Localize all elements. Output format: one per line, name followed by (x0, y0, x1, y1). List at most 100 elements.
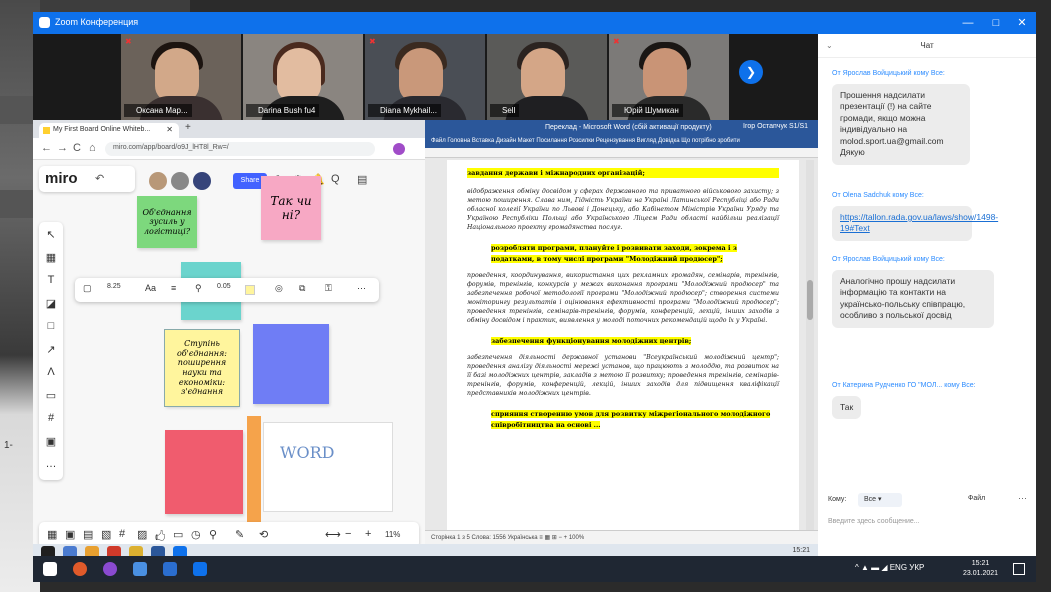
url-field[interactable]: miro.com/app/board/o9J_lHT8l_Rw=/ (105, 142, 375, 156)
sticky-note[interactable] (253, 324, 329, 404)
word-account[interactable]: Ігор Остапчук S1/S1 (743, 123, 808, 130)
color-swatch[interactable] (245, 285, 255, 295)
vertical-scrollbar[interactable] (806, 160, 814, 530)
chat-icon[interactable]: ▤ (83, 528, 93, 541)
minimize-button[interactable]: — (957, 15, 979, 31)
search-icon[interactable]: Q (331, 173, 340, 185)
viber-icon[interactable] (103, 562, 117, 576)
text-tool-icon[interactable]: T (44, 274, 58, 286)
miro-board[interactable]: miro ↶ Share ✎ ⚙ 🔔 Q ▤ (33, 160, 425, 556)
reload-icon[interactable]: C (73, 142, 81, 154)
grid-icon[interactable]: # (119, 528, 125, 540)
doc-paragraph: проведення, координування, використання … (467, 272, 779, 325)
doc-bullet: забезпечення функціонування молодіжних ц… (491, 336, 779, 346)
system-tray[interactable]: ^ ▲ ▬ ◢ ENG УКР (855, 563, 924, 572)
new-tab-button[interactable]: + (185, 122, 191, 133)
video-tile[interactable]: ✖ Оксана Мар... (121, 34, 241, 120)
undo-icon[interactable]: ↶ (95, 172, 104, 185)
address-bar: ← → C ⌂ miro.com/app/board/o9J_lHT8l_Rw=… (33, 138, 425, 160)
upload-icon[interactable]: ▣ (44, 435, 58, 448)
border-size-value[interactable]: 0.05 (217, 283, 231, 290)
maximize-button[interactable]: □ (985, 15, 1007, 31)
scroll-thumb[interactable] (807, 280, 813, 320)
board-menu-icon[interactable]: ▤ (357, 173, 367, 186)
sticky-note-icon[interactable]: ◪ (44, 297, 58, 310)
fit-icon[interactable]: ⟷ (325, 528, 341, 541)
close-button[interactable]: ✕ (1011, 15, 1033, 31)
more-tools-icon[interactable]: … (44, 458, 58, 470)
edit-icon[interactable]: ✎ (235, 528, 244, 541)
participant-name: Юрій Шумикан (612, 104, 683, 117)
close-tab-icon[interactable]: ✕ (166, 125, 173, 134)
zoom-out-button[interactable]: − (345, 528, 351, 540)
window-title: Zoom Конференция (55, 17, 139, 27)
font-style-label[interactable]: Aa (145, 283, 156, 293)
templates-icon[interactable]: ▦ (44, 251, 58, 264)
sticky-note[interactable] (165, 430, 243, 514)
reset-icon[interactable]: ⟲ (259, 528, 268, 541)
chat-title: Чат (920, 41, 934, 50)
mail-icon[interactable] (133, 562, 147, 576)
message-link[interactable]: https://tallon.rada.gov.ua/laws/show/149… (840, 212, 998, 233)
doc-heading: забезпечення функціонування молодіжних ц… (491, 337, 692, 345)
location-icon[interactable]: ⚲ (209, 528, 217, 541)
home-icon[interactable]: ⌂ (89, 142, 96, 154)
zoom-in-button[interactable]: + (365, 528, 371, 540)
sticky-note[interactable]: Ступінь об'єднання: поширення науки та е… (164, 329, 240, 407)
comment-tool-icon[interactable]: ▭ (44, 389, 58, 402)
doc-bullet: сприяння створенню умов для розвитку між… (491, 409, 779, 430)
notifications-icon[interactable] (1013, 563, 1025, 575)
word-ribbon-tabs[interactable]: Файл Головна Вставка Дизайн Макет Посила… (425, 136, 818, 148)
link-icon[interactable]: ⚲ (195, 283, 202, 294)
zoom-app-icon (39, 17, 50, 28)
more-icon[interactable]: ⋯ (357, 283, 366, 294)
zoom-taskbar-icon[interactable] (193, 562, 207, 576)
video-tile[interactable]: Sell (487, 34, 607, 120)
align-icon[interactable]: ≡ (171, 283, 176, 293)
more-options-icon[interactable]: ··· (1018, 493, 1027, 503)
comments-icon[interactable]: ▣ (65, 528, 75, 541)
file-button[interactable]: Файл (968, 495, 985, 502)
video-strip: ✖ Оксана Мар... Darina Bush fu4 ✖ Diana … (33, 34, 813, 120)
start-icon[interactable] (43, 562, 57, 576)
video-tile[interactable]: ✖ Diana Mykhail... (365, 34, 485, 120)
browser-tab[interactable]: My First Board Online Whiteb... ✕ (39, 123, 179, 138)
tag-icon[interactable]: ◎ (275, 283, 283, 294)
chat-input[interactable]: Введите здесь сообщение... (828, 518, 1028, 525)
pen-tool-icon[interactable]: Λ (44, 366, 58, 378)
frames-icon[interactable]: ▦ (47, 528, 57, 541)
next-participants-button[interactable]: ❯ (739, 60, 763, 84)
profile-avatar[interactable] (393, 143, 405, 155)
clock[interactable]: 15:21 23.01.2021 (963, 559, 998, 579)
select-tool-icon[interactable]: ↖ (44, 228, 58, 241)
connection-line-icon[interactable]: ↗ (44, 343, 58, 356)
recipient-dropdown[interactable]: Все ▾ (858, 493, 902, 507)
back-icon[interactable]: ← (41, 142, 52, 154)
orange-shape[interactable] (247, 416, 261, 526)
document-page[interactable]: завдання держави і міжнародних організац… (447, 160, 799, 530)
browser-icon[interactable] (73, 562, 87, 576)
chat-header: ⌄ Чат (818, 34, 1036, 58)
doc-heading: розробляти програми, плануйте і розвиват… (491, 244, 737, 263)
sticky-note[interactable]: Об'єднання зусиль у логістиці? (137, 196, 197, 248)
screen-share-icon[interactable]: ▭ (173, 528, 183, 541)
forward-icon[interactable]: → (57, 142, 68, 154)
video-tile[interactable]: ✖ Юрій Шумикан (609, 34, 729, 120)
collapse-chat-icon[interactable]: ⌄ (826, 34, 833, 58)
avatar[interactable] (193, 172, 211, 190)
word-preview-card[interactable]: WORD (263, 422, 393, 512)
activity-icon[interactable]: ▨ (137, 528, 147, 541)
sticky-note[interactable]: Так чи ні? (261, 176, 321, 240)
copy-icon[interactable]: ⧉ (299, 283, 305, 294)
note-type-icon[interactable]: ▢ (83, 283, 92, 294)
cards-icon[interactable]: ▧ (101, 528, 111, 541)
store-icon[interactable] (163, 562, 177, 576)
frame-tool-icon[interactable]: # (44, 412, 58, 424)
font-size-value[interactable]: 8.25 (107, 283, 121, 290)
avatar[interactable] (171, 172, 189, 190)
avatar[interactable] (149, 172, 167, 190)
shape-tool-icon[interactable]: □ (44, 320, 58, 332)
video-tile[interactable]: Darina Bush fu4 (243, 34, 363, 120)
lock-icon[interactable]: ⚿ (325, 283, 332, 294)
timer-icon[interactable]: ◷ (191, 528, 201, 541)
